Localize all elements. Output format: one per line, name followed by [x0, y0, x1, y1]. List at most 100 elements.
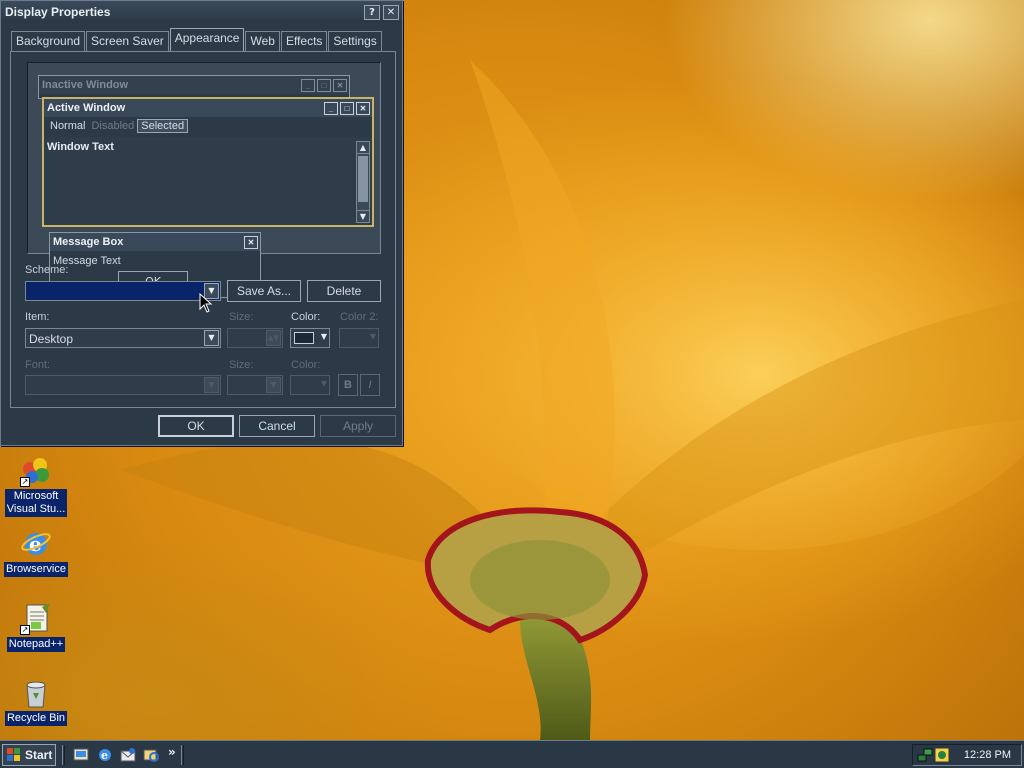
minimize-icon: _	[324, 101, 338, 115]
menu-disabled: Disabled	[91, 120, 135, 132]
window-title: Display Properties	[5, 5, 111, 19]
security-icon[interactable]	[934, 747, 950, 763]
desktop-icon-notepadpp[interactable]: ↗ Notepad++	[3, 603, 69, 652]
shortcut-arrow-icon: ↗	[20, 477, 30, 487]
tab-appearance[interactable]: Appearance	[169, 28, 245, 51]
shortcut-arrow-icon: ↗	[20, 625, 30, 635]
chevron-down-icon: ▼	[320, 379, 327, 388]
preview-scrollbar: ▲ ▼	[356, 141, 370, 223]
tab-web[interactable]: Web	[245, 31, 280, 51]
font-size-label: Size:	[229, 359, 254, 371]
item-color2-picker: ▼	[339, 328, 379, 348]
item-color2-label: Color 2:	[340, 311, 379, 323]
active-title-bar: Active Window _ □ ✕	[44, 99, 372, 117]
internet-explorer-icon[interactable]: e	[96, 746, 114, 764]
network-icon[interactable]	[917, 747, 933, 763]
color-swatch	[294, 332, 314, 344]
item-color-label: Color:	[291, 311, 321, 323]
tab-strip: Background Screen Saver Appearance Web E…	[11, 28, 383, 51]
windows-flag-icon	[7, 748, 20, 761]
taskbar-separator	[62, 745, 65, 765]
preview-inactive-window: Inactive Window _ □ ✕	[38, 75, 350, 99]
delete-button[interactable]: Delete	[307, 280, 381, 302]
cancel-button[interactable]: Cancel	[239, 415, 315, 437]
item-select[interactable]: Desktop ▼	[25, 328, 221, 348]
inactive-title-bar: Inactive Window _ □ ✕	[39, 76, 349, 94]
font-size-select: ▼	[227, 375, 283, 395]
window-text: Window Text	[47, 141, 114, 153]
minimize-icon: _	[301, 78, 315, 92]
menu-selected: Selected	[137, 119, 189, 133]
message-box-title: Message Box	[53, 236, 124, 248]
item-size-spinner: ▲▼	[227, 328, 283, 348]
scroll-thumb	[358, 156, 368, 202]
system-tray: 12:28 PM	[912, 744, 1022, 766]
close-button[interactable]: ✕	[383, 4, 399, 20]
scheme-select[interactable]: ▼	[25, 281, 221, 301]
mouse-cursor-icon	[199, 293, 213, 313]
font-label: Font:	[25, 359, 51, 371]
help-button[interactable]: ?	[364, 4, 380, 20]
desktop-icon-visual-studio[interactable]: ↗ Microsoft Visual Stu...	[3, 455, 69, 517]
desktop-icon-label: Recycle Bin	[4, 711, 68, 726]
chevron-down-icon: ▼	[266, 377, 281, 393]
scroll-up-icon: ▲	[357, 142, 369, 154]
start-button[interactable]: Start	[2, 744, 56, 766]
quick-launch-chevron[interactable]: »	[168, 745, 176, 759]
maximize-icon: □	[317, 78, 331, 92]
item-value: Desktop	[29, 332, 74, 346]
ok-button[interactable]: OK	[158, 415, 234, 437]
bold-button: B	[338, 374, 358, 396]
preview-window-body: Window Text ▲ ▼	[44, 137, 372, 225]
svg-text:e: e	[101, 749, 108, 762]
close-icon: ✕	[244, 235, 258, 249]
chevron-down-icon: ▼	[204, 377, 219, 393]
item-size-label: Size:	[229, 311, 254, 323]
title-bar[interactable]: Display Properties ? ✕	[1, 1, 402, 23]
notepadpp-icon: ↗	[20, 603, 52, 635]
visual-studio-icon: ↗	[20, 455, 52, 487]
font-color-label: Color:	[291, 359, 321, 371]
desktop-icon-label: Microsoft Visual Stu...	[4, 489, 68, 517]
clock[interactable]: 12:28 PM	[964, 749, 1011, 761]
item-label: Item:	[25, 311, 50, 323]
explorer-icon[interactable]	[142, 746, 160, 764]
close-icon: ✕	[333, 78, 347, 92]
desktop-icon-browservice[interactable]: e Browservice	[3, 528, 69, 577]
italic-button: I	[360, 374, 380, 396]
spinner-icon: ▲▼	[266, 330, 281, 346]
taskbar: Start e » 12:28 PM	[0, 740, 1024, 768]
font-color-picker: ▼	[290, 375, 330, 395]
tab-settings[interactable]: Settings	[328, 31, 382, 51]
start-label: Start	[25, 748, 53, 762]
tab-screen-saver[interactable]: Screen Saver	[86, 31, 169, 51]
apply-button[interactable]: Apply	[320, 415, 396, 437]
font-select: ▼	[25, 375, 221, 395]
appearance-preview[interactable]: Inactive Window _ □ ✕ Active Window _ □ …	[27, 62, 381, 298]
close-icon: ✕	[356, 101, 370, 115]
taskbar-separator	[181, 745, 184, 765]
display-properties-dialog: Display Properties ? ✕ Background Screen…	[0, 0, 403, 446]
message-box-title-bar: Message Box ✕	[50, 233, 260, 251]
appearance-panel: Inactive Window _ □ ✕ Active Window _ □ …	[10, 51, 396, 408]
tab-effects[interactable]: Effects	[280, 31, 328, 51]
save-as-button[interactable]: Save As...	[227, 280, 301, 302]
active-window-title: Active Window	[47, 102, 126, 114]
chevron-down-icon[interactable]: ▼	[321, 332, 327, 341]
scroll-down-icon: ▼	[357, 210, 369, 222]
item-color-picker[interactable]: ▼	[290, 328, 330, 348]
tab-background[interactable]: Background	[11, 31, 86, 51]
outlook-express-icon[interactable]	[119, 746, 137, 764]
inactive-window-title: Inactive Window	[42, 79, 129, 91]
scheme-label: Scheme:	[25, 264, 69, 276]
desktop-icon-label: Browservice	[4, 562, 68, 577]
chevron-down-icon: ▼	[369, 332, 376, 341]
recycle-bin-icon	[20, 677, 52, 709]
show-desktop-icon[interactable]	[72, 746, 90, 764]
desktop-icon-label: Notepad++	[6, 637, 66, 652]
chevron-down-icon[interactable]: ▼	[204, 330, 219, 346]
internet-explorer-icon: e	[20, 528, 52, 560]
maximize-icon: □	[340, 101, 354, 115]
desktop-icon-recycle-bin[interactable]: Recycle Bin	[3, 677, 69, 726]
menu-normal: Normal	[50, 120, 86, 132]
